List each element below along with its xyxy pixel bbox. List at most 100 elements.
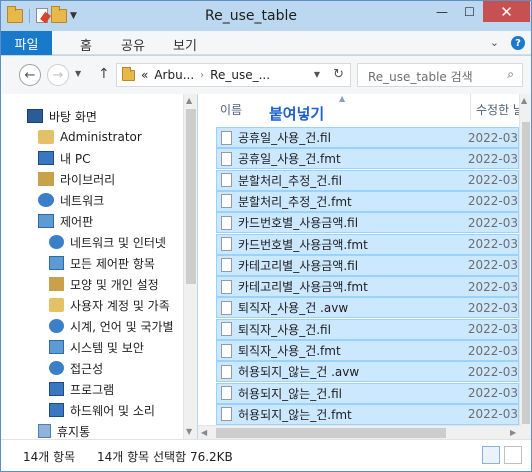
file-row[interactable]: 퇴직자_사용_건.fmt 2022-03 xyxy=(216,340,519,361)
sidebar-item-label: 라이브러리 xyxy=(60,172,116,187)
file-date: 2022-03 xyxy=(467,173,518,188)
scroll-down-icon[interactable]: ▼ xyxy=(186,427,192,436)
breadcrumb-item[interactable]: Arbu... xyxy=(154,68,194,82)
navigation-scrollbar[interactable]: ▲ ▼ xyxy=(183,94,197,439)
sidebar-item-system-security[interactable]: 시스템 및 보안 xyxy=(49,337,197,357)
file-name: 공휴일_사용_건.fmt xyxy=(238,152,341,167)
file-date: 2022-03 xyxy=(467,279,518,294)
sidebar-item-accessibility[interactable]: 접근성 xyxy=(49,358,197,378)
sidebar-item-network[interactable]: 네트워크 xyxy=(38,190,197,210)
file-icon xyxy=(221,237,232,251)
file-icon xyxy=(221,322,232,337)
minimize-button[interactable]: — xyxy=(428,1,456,22)
tab-share[interactable]: 공유 xyxy=(121,35,145,54)
file-row[interactable]: 공휴일_사용_건.fmt 2022-03 xyxy=(216,148,519,170)
help-icon[interactable]: ? xyxy=(511,36,525,50)
file-date: 2022-03 xyxy=(467,130,518,145)
window-title: Re_use_table xyxy=(205,8,297,24)
breadcrumb-current[interactable]: Re_use_... xyxy=(210,68,270,82)
sidebar-item-control-panel[interactable]: 제어판 xyxy=(38,211,197,231)
file-name: 카드번호별_사용금액.fil xyxy=(238,216,359,231)
file-row[interactable]: 퇴직자_사용_건.fil 2022-03 xyxy=(216,318,519,340)
file-icon xyxy=(221,258,232,273)
refresh-icon[interactable]: ↻ xyxy=(333,67,344,82)
file-row[interactable]: 카드번호별_사용금액.fmt 2022-03 xyxy=(216,233,519,255)
scroll-right-icon[interactable]: ▶ xyxy=(510,428,516,437)
navigation-pane: 바탕 화면 Administrator 내 PC 라이브러리 네트워크 제어판 … xyxy=(1,94,197,439)
sidebar-item-label: 휴지통 xyxy=(57,424,91,439)
close-button[interactable]: ✕ xyxy=(483,1,530,22)
breadcrumb-chevron-icon[interactable]: › xyxy=(200,70,204,81)
scroll-left-icon[interactable]: ◀ xyxy=(201,428,207,437)
appearance-icon xyxy=(49,277,64,291)
recycle-bin-icon xyxy=(38,424,51,438)
clock-language-icon xyxy=(49,319,64,333)
file-row[interactable]: 카테고리별_사용금액.fmt 2022-03 xyxy=(216,276,519,298)
status-bar: 14개 항목 14개 항목 선택함 76.2KB xyxy=(1,439,531,471)
file-row[interactable]: 퇴직자_사용_건 .avw 2022-03 xyxy=(216,297,519,319)
sidebar-item-user-accounts[interactable]: 사용자 계정 및 가족 xyxy=(49,295,197,315)
hardware-sound-icon xyxy=(49,403,64,417)
search-input[interactable]: Re_use_table 검색 ⌕ xyxy=(357,63,523,87)
scroll-up-icon[interactable]: ▲ xyxy=(186,96,192,105)
details-view-button[interactable] xyxy=(482,446,500,464)
title-bar: ▼ Re_use_table — ☐ ✕ xyxy=(1,1,531,31)
large-icons-view-button[interactable] xyxy=(504,446,522,464)
file-date: 2022-03 xyxy=(467,364,518,379)
forward-button[interactable]: → xyxy=(47,64,69,86)
recent-locations-icon[interactable]: ▼ xyxy=(75,69,81,78)
programs-icon xyxy=(49,382,64,396)
sidebar-item-administrator[interactable]: Administrator xyxy=(38,127,197,147)
sidebar-item-label: 바탕 화면 xyxy=(49,109,97,124)
sidebar-item-programs[interactable]: 프로그램 xyxy=(49,379,197,399)
sidebar-item-clock-language[interactable]: 시계, 언어 및 국가별 xyxy=(49,316,197,336)
file-row[interactable]: 카테고리별_사용금액.fil 2022-03 xyxy=(216,254,519,276)
sidebar-item-all-control-panel[interactable]: 모든 제어판 항목 xyxy=(49,253,197,273)
tab-file[interactable]: 파일 xyxy=(1,31,52,55)
file-row[interactable]: 허용되지_않는_건.fil 2022-03 xyxy=(216,382,519,404)
address-bar[interactable]: « Arbu... › Re_use_... ▼ ↻ xyxy=(116,63,351,87)
file-icon xyxy=(221,215,232,230)
network-internet-icon xyxy=(49,235,64,249)
tab-home[interactable]: 홈 xyxy=(80,35,92,54)
scrollbar-thumb[interactable] xyxy=(186,109,196,284)
scrollbar-thumb[interactable] xyxy=(522,122,530,424)
file-name: 퇴직자_사용_건.fil xyxy=(238,322,331,337)
breadcrumb-overflow[interactable]: « xyxy=(141,68,148,82)
up-button[interactable]: ↑ xyxy=(98,66,110,82)
sidebar-item-libraries[interactable]: 라이브러리 xyxy=(38,169,197,189)
back-button[interactable]: ← xyxy=(19,64,41,86)
sidebar-item-label: 사용자 계정 및 가족 xyxy=(70,298,170,313)
file-date: 2022-03 xyxy=(467,343,518,358)
sidebar-item-hardware-sound[interactable]: 하드웨어 및 소리 xyxy=(49,400,197,420)
file-row[interactable]: 허용되지_않는_건 .avw 2022-03 xyxy=(216,361,519,383)
search-icon[interactable]: ⌕ xyxy=(507,67,514,82)
file-list-scrollbar[interactable]: ▲ ▼ xyxy=(519,94,531,439)
scrollbar-thumb[interactable] xyxy=(216,428,446,438)
column-divider[interactable] xyxy=(470,94,471,120)
file-date: 2022-03 xyxy=(467,215,518,230)
address-dropdown-icon[interactable]: ▼ xyxy=(314,70,320,79)
column-header-name[interactable]: 이름 xyxy=(220,101,242,118)
tab-view[interactable]: 보기 xyxy=(173,35,197,54)
file-row[interactable]: 허용되지_않는_건.fmt 2022-03 xyxy=(216,403,519,425)
scroll-up-icon[interactable]: ▲ xyxy=(521,96,527,105)
column-header-modified[interactable]: 수정한 날 xyxy=(476,101,524,118)
expand-ribbon-icon[interactable]: ⌄ xyxy=(490,36,499,50)
maximize-button[interactable]: ☐ xyxy=(456,1,483,22)
file-row[interactable]: 카드번호별_사용금액.fil 2022-03 xyxy=(216,212,519,234)
sidebar-item-recycle-bin[interactable]: 휴지통 xyxy=(38,421,197,439)
sidebar-item-this-pc[interactable]: 내 PC xyxy=(38,148,197,168)
sidebar-item-appearance[interactable]: 모양 및 개인 설정 xyxy=(49,274,197,294)
all-control-panel-icon xyxy=(49,256,64,270)
sidebar-item-desktop[interactable]: 바탕 화면 xyxy=(27,106,197,126)
file-row[interactable]: 공휴일_사용_건.fil 2022-03 xyxy=(216,127,519,148)
file-date: 2022-03 xyxy=(467,151,518,166)
file-row[interactable]: 분할처리_추정_건.fmt 2022-03 xyxy=(216,190,519,212)
file-date: 2022-03 xyxy=(467,407,518,422)
folder-icon xyxy=(122,66,135,81)
file-row[interactable]: 분할처리_추정_건.fil 2022-03 xyxy=(216,169,519,191)
horizontal-scrollbar[interactable]: ◀ ▶ xyxy=(198,425,522,439)
sidebar-item-network-internet[interactable]: 네트워크 및 인터넷 xyxy=(49,232,197,252)
file-icon xyxy=(221,300,232,315)
